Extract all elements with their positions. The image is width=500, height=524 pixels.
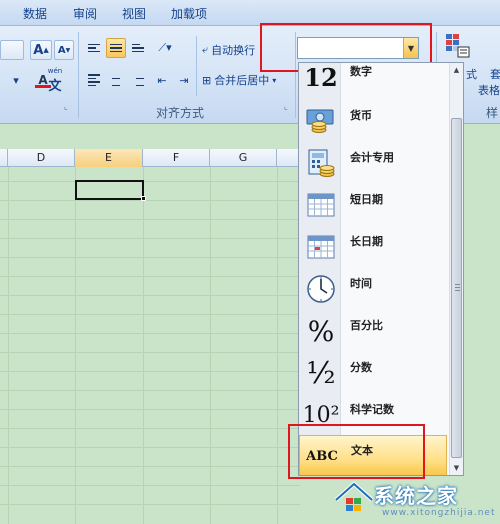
grid-line bbox=[143, 167, 144, 524]
fraction-icon: ½ bbox=[306, 355, 336, 391]
grid-line bbox=[0, 466, 300, 467]
wrap-text-icon: ⤶ bbox=[202, 43, 209, 56]
grid-line bbox=[0, 219, 300, 220]
grid-line bbox=[75, 167, 76, 524]
increase-indent-button[interactable]: ⇥ bbox=[174, 70, 194, 90]
font-dialog-launcher-icon[interactable]: ⌞ bbox=[64, 102, 68, 111]
short-date-icon bbox=[305, 189, 337, 221]
number-format-dropdown: 12 数字 货币 会计专用 短日期 长日期 时间 % 百分比 ½ 分数 10² … bbox=[298, 62, 464, 476]
currency-icon bbox=[305, 105, 337, 137]
format-item-percent[interactable]: % 百分比 bbox=[299, 311, 447, 352]
grid-line bbox=[0, 447, 300, 448]
grid-line bbox=[0, 428, 300, 429]
chevron-down-icon: ▾ bbox=[272, 75, 277, 85]
column-header-g[interactable]: G bbox=[210, 149, 277, 167]
align-right-button[interactable] bbox=[128, 70, 148, 90]
grid-line bbox=[0, 276, 300, 277]
align-middle-button[interactable] bbox=[106, 38, 126, 58]
table-format-label: 表格 bbox=[478, 84, 500, 97]
fill-handle[interactable] bbox=[141, 196, 146, 201]
grid-line bbox=[0, 409, 300, 410]
long-date-icon bbox=[305, 231, 337, 263]
decrease-indent-button[interactable]: ⇤ bbox=[152, 70, 172, 90]
accounting-icon bbox=[305, 147, 337, 179]
grid-line bbox=[0, 333, 300, 334]
conditional-format-icon[interactable] bbox=[444, 32, 470, 58]
percent-icon: % bbox=[307, 314, 335, 348]
column-header-h[interactable] bbox=[277, 149, 300, 167]
decrease-font-button[interactable]: A ▼ bbox=[54, 40, 74, 60]
grid-line bbox=[0, 314, 300, 315]
clock-icon bbox=[305, 273, 337, 305]
table-style-label: 套 bbox=[490, 68, 500, 81]
format-item-time[interactable]: 时间 bbox=[299, 269, 447, 310]
tab-addins[interactable]: 加载项 bbox=[171, 5, 207, 22]
scroll-up-arrow-icon[interactable]: ▲ bbox=[450, 63, 463, 77]
styles-group-label: 样 bbox=[486, 106, 499, 120]
watermark-house-icon bbox=[334, 481, 374, 511]
alignment-dialog-launcher-icon[interactable]: ⌞ bbox=[284, 102, 288, 111]
format-item-fraction[interactable]: ½ 分数 bbox=[299, 353, 447, 394]
grid-line bbox=[0, 504, 300, 505]
phonetic-button[interactable]: wén 文 bbox=[42, 68, 68, 95]
align-left-button[interactable] bbox=[84, 70, 104, 90]
orientation-button[interactable]: ⟋▾ bbox=[152, 38, 178, 58]
format-item-number[interactable]: 12 数字 bbox=[299, 62, 447, 98]
column-header-row: D E F G bbox=[0, 149, 300, 167]
format-style-label: 式 bbox=[466, 68, 477, 81]
scrollbar-thumb[interactable] bbox=[451, 118, 462, 458]
grid-line bbox=[0, 352, 300, 353]
tab-review[interactable]: 审阅 bbox=[73, 5, 97, 22]
align-center-button[interactable] bbox=[106, 70, 126, 90]
watermark-url: www.xitongzhijia.net bbox=[382, 508, 496, 518]
group-separator bbox=[196, 36, 197, 96]
column-header-f[interactable]: F bbox=[143, 149, 210, 167]
tab-view[interactable]: 视图 bbox=[122, 5, 146, 22]
grid-line bbox=[8, 167, 9, 524]
row-header-corner bbox=[0, 149, 8, 167]
scrollbar-grip bbox=[455, 284, 460, 293]
number-12-icon: 12 bbox=[304, 62, 338, 92]
group-separator bbox=[78, 32, 79, 118]
active-cell-e[interactable] bbox=[75, 180, 144, 200]
grid-line bbox=[0, 295, 300, 296]
font-size-box[interactable] bbox=[0, 40, 24, 60]
grid-line bbox=[210, 167, 211, 524]
column-header-d[interactable]: D bbox=[8, 149, 75, 167]
grid-line bbox=[0, 181, 300, 182]
grid-line bbox=[0, 371, 300, 372]
grid-line bbox=[277, 167, 278, 524]
grid-line bbox=[0, 485, 300, 486]
border-dropdown[interactable]: ▾ bbox=[4, 70, 28, 90]
format-item-accounting[interactable]: 会计专用 bbox=[299, 143, 447, 184]
format-item-currency[interactable]: 货币 bbox=[299, 101, 447, 142]
merge-cells-icon: ⊞ bbox=[202, 73, 212, 87]
align-bottom-button[interactable] bbox=[128, 38, 148, 58]
highlight-text-item bbox=[288, 424, 425, 479]
format-item-short-date[interactable]: 短日期 bbox=[299, 185, 447, 226]
column-header-e[interactable]: E bbox=[75, 149, 143, 167]
tab-data[interactable]: 数据 bbox=[23, 5, 47, 22]
merge-center-button[interactable]: ⊞ 合并后居中 ▾ bbox=[202, 70, 292, 90]
watermark-logo: 系统之家 www.xitongzhijia.net bbox=[332, 476, 500, 524]
watermark-text: 系统之家 bbox=[374, 484, 458, 508]
align-top-button[interactable] bbox=[84, 38, 104, 58]
grid-line bbox=[0, 238, 300, 239]
format-item-long-date[interactable]: 长日期 bbox=[299, 227, 447, 268]
grid-line bbox=[0, 200, 300, 201]
grid-line bbox=[0, 257, 300, 258]
grid-line bbox=[0, 390, 300, 391]
increase-font-button[interactable]: A ▲ bbox=[30, 40, 52, 60]
scroll-down-arrow-icon[interactable]: ▼ bbox=[450, 461, 463, 475]
dropdown-scrollbar[interactable]: ▲ ▼ bbox=[449, 63, 463, 475]
alignment-group-label: 对齐方式 bbox=[156, 106, 205, 120]
